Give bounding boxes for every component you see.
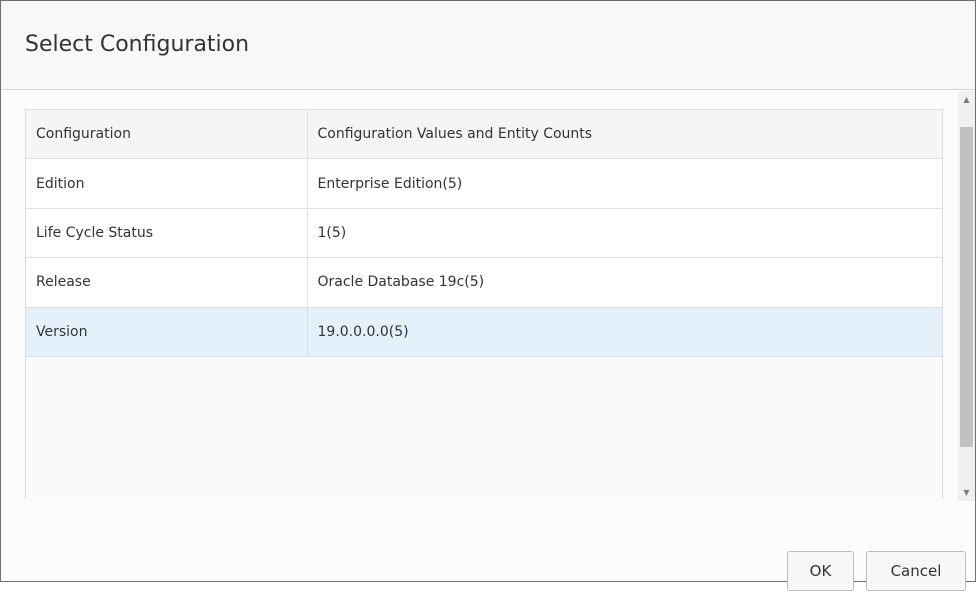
table-header-row: Configuration Configuration Values and E… xyxy=(26,109,942,160)
scroll-down-icon[interactable]: ▼ xyxy=(958,484,975,501)
scrollbar-thumb[interactable] xyxy=(960,127,973,447)
cell-configuration: Version xyxy=(26,306,308,357)
cell-value: 19.0.0.0.0(5) xyxy=(307,306,942,357)
table-row-selected[interactable]: Version 19.0.0.0.0(5) xyxy=(26,306,942,357)
dialog-title: Select Configuration xyxy=(25,32,250,57)
cell-configuration: Life Cycle Status xyxy=(26,207,308,259)
select-configuration-dialog: Select Configuration Configuration Confi… xyxy=(0,0,976,591)
configuration-table: Configuration Configuration Values and E… xyxy=(26,109,942,357)
column-header-values[interactable]: Configuration Values and Entity Counts xyxy=(307,109,942,160)
cell-configuration: Edition xyxy=(26,158,308,209)
dialog-header: Select Configuration xyxy=(1,1,975,90)
table-row[interactable]: Edition Enterprise Edition(5) xyxy=(26,158,942,209)
configuration-table-container: Configuration Configuration Values and E… xyxy=(25,109,943,499)
cell-value: Enterprise Edition(5) xyxy=(307,158,942,209)
cell-value: Oracle Database 19c(5) xyxy=(307,257,942,308)
scroll-up-icon[interactable]: ▲ xyxy=(958,91,975,108)
table-row[interactable]: Life Cycle Status 1(5) xyxy=(26,207,942,259)
cell-value: 1(5) xyxy=(307,207,942,259)
table-row[interactable]: Release Oracle Database 19c(5) xyxy=(26,257,942,308)
vertical-scrollbar[interactable]: ▲ ▼ xyxy=(958,91,975,501)
cancel-button[interactable]: Cancel xyxy=(866,551,966,591)
ok-button[interactable]: OK xyxy=(787,551,854,591)
cell-configuration: Release xyxy=(26,257,308,308)
column-header-configuration[interactable]: Configuration xyxy=(26,109,308,160)
